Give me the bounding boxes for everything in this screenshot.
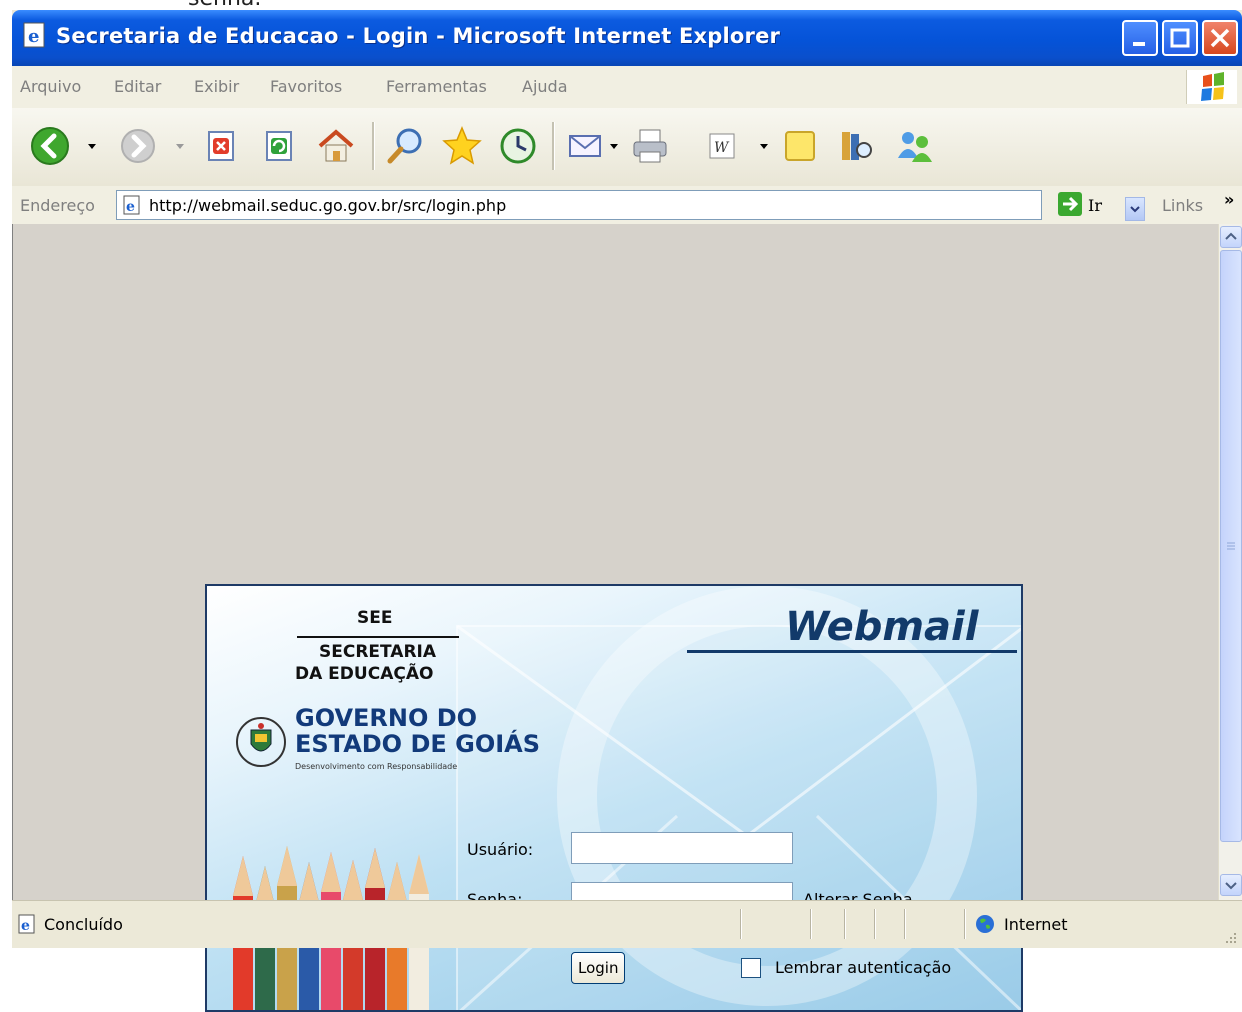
chevron-up-icon <box>1225 232 1237 240</box>
windows-logo <box>1186 70 1237 104</box>
toolbar-separator <box>552 122 555 170</box>
webmail-underline <box>687 650 1017 653</box>
status-divider <box>810 909 812 939</box>
resize-grip-icon[interactable] <box>1222 929 1238 945</box>
go-button[interactable] <box>1058 192 1082 216</box>
go-label[interactable]: Ir <box>1088 196 1102 215</box>
address-field[interactable]: e http://webmail.seduc.go.gov.br/src/log… <box>116 190 1145 221</box>
governo-line-2: ESTADO DE GOIÁS <box>295 730 541 758</box>
vertical-scrollbar[interactable] <box>1218 224 1242 900</box>
menu-arquivo[interactable]: Arquivo <box>20 77 81 96</box>
menu-bar: Arquivo Editar Exibir Favoritos Ferramen… <box>12 66 1242 109</box>
back-icon[interactable] <box>28 124 72 168</box>
standard-toolbar: W <box>12 108 1242 187</box>
menu-exibir[interactable]: Exibir <box>194 77 239 96</box>
username-input[interactable] <box>571 832 793 864</box>
secretaria-line-1: SECRETARIA <box>319 642 437 662</box>
remember-checkbox[interactable] <box>741 958 761 978</box>
scroll-up-button[interactable] <box>1220 226 1242 248</box>
remember-label[interactable]: Lembrar autenticação <box>775 958 951 977</box>
ie-page-icon: e <box>23 22 45 48</box>
address-url[interactable]: http://webmail.seduc.go.gov.br/src/login… <box>149 196 506 215</box>
stop-icon[interactable] <box>200 124 244 168</box>
scroll-down-button[interactable] <box>1220 874 1242 896</box>
secretaria-line-2: DA EDUCAÇÃO <box>295 664 434 684</box>
window-title: Secretaria de Educacao - Login - Microso… <box>56 24 781 48</box>
governo-line-1: GOVERNO DO <box>295 704 478 732</box>
search-icon[interactable] <box>384 124 428 168</box>
see-divider <box>297 636 459 638</box>
menu-favoritos[interactable]: Favoritos <box>270 77 342 96</box>
chevron-down-icon <box>1130 206 1140 213</box>
minimize-button[interactable] <box>1122 20 1158 56</box>
status-bar: e Concluído Internet <box>12 900 1242 948</box>
username-label: Usuário: <box>467 840 534 859</box>
close-button[interactable] <box>1202 20 1238 56</box>
status-divider <box>964 909 966 939</box>
forward-dropdown-icon <box>176 144 184 149</box>
research-icon[interactable] <box>834 124 878 168</box>
messenger-icon[interactable] <box>892 124 936 168</box>
links-label[interactable]: Links <box>1162 196 1203 215</box>
webmail-heading: Webmail <box>785 604 979 650</box>
maximize-icon <box>1170 28 1190 48</box>
login-button[interactable]: Login <box>571 952 626 984</box>
status-divider <box>740 909 742 939</box>
svg-text:W: W <box>714 140 730 156</box>
svg-text:e: e <box>28 26 39 47</box>
address-dropdown-button[interactable] <box>1125 197 1145 221</box>
toolbar-separator <box>372 122 375 170</box>
zone-text: Internet <box>1004 915 1068 934</box>
menu-editar[interactable]: Editar <box>114 77 161 96</box>
history-icon[interactable] <box>496 124 540 168</box>
goias-seal-icon <box>236 717 286 767</box>
favorites-icon[interactable] <box>440 124 484 168</box>
maximize-button[interactable] <box>1162 20 1198 56</box>
discuss-note-icon[interactable] <box>778 124 822 168</box>
status-divider <box>904 909 906 939</box>
globe-icon <box>976 915 994 933</box>
mail-dropdown-icon[interactable] <box>610 144 618 149</box>
ie-page-icon: e <box>18 914 35 934</box>
address-bar: Endereço e http://webmail.seduc.go.gov.b… <box>12 186 1242 225</box>
print-icon[interactable] <box>628 124 672 168</box>
svg-text:e: e <box>126 199 135 215</box>
mail-icon[interactable] <box>564 124 608 168</box>
grip-lines-icon <box>1227 542 1235 550</box>
see-label: SEE <box>357 608 393 628</box>
svg-text:e: e <box>21 918 30 934</box>
scroll-thumb[interactable] <box>1220 250 1242 842</box>
go-arrow-icon <box>1063 196 1079 212</box>
menu-ajuda[interactable]: Ajuda <box>522 77 568 96</box>
chevron-down-icon <box>1225 882 1237 890</box>
status-divider <box>874 909 876 939</box>
address-label: Endereço <box>20 196 95 215</box>
home-icon[interactable] <box>314 124 358 168</box>
browser-window: e Secretaria de Educacao - Login - Micro… <box>12 10 1242 1012</box>
menu-ferramentas[interactable]: Ferramentas <box>386 77 487 96</box>
status-text: Concluído <box>44 915 123 934</box>
ie-page-icon: e <box>123 195 140 215</box>
close-icon <box>1210 28 1230 48</box>
windows-flag-icon <box>1201 72 1224 101</box>
refresh-icon[interactable] <box>258 124 302 168</box>
title-bar[interactable]: e Secretaria de Educacao - Login - Micro… <box>12 10 1242 66</box>
edit-word-icon[interactable]: W <box>700 124 744 168</box>
status-divider <box>844 909 846 939</box>
minimize-icon <box>1133 42 1145 46</box>
back-dropdown-icon[interactable] <box>88 144 96 149</box>
page-viewport: SEE SECRETARIA DA EDUCAÇÃO GOVERNO DO ES… <box>12 224 1219 1012</box>
forward-icon[interactable] <box>116 124 160 168</box>
links-chevron-icon[interactable]: » <box>1224 190 1234 209</box>
governo-tagline: Desenvolvimento com Responsabilidade <box>295 762 458 771</box>
edit-dropdown-icon[interactable] <box>760 144 768 149</box>
